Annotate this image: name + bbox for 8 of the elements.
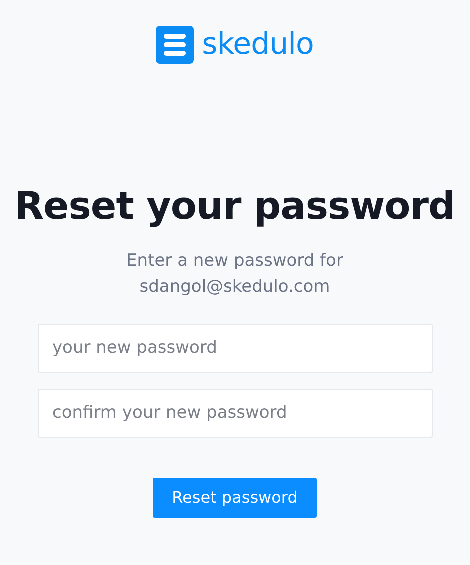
subtitle-text: sdangol@skedulo.com: [140, 276, 330, 299]
logo-text: skedulo: [202, 30, 314, 60]
subtitle-text: Enter a new password for: [126, 250, 344, 273]
password-field[interactable]: confirm your new password: [38, 388, 432, 438]
page-heading: Reset your password: [14, 184, 456, 230]
password-field[interactable]: your new password: [38, 324, 432, 373]
logo-icon: [156, 26, 194, 64]
reset-password-button[interactable]: Reset password: [153, 478, 317, 518]
